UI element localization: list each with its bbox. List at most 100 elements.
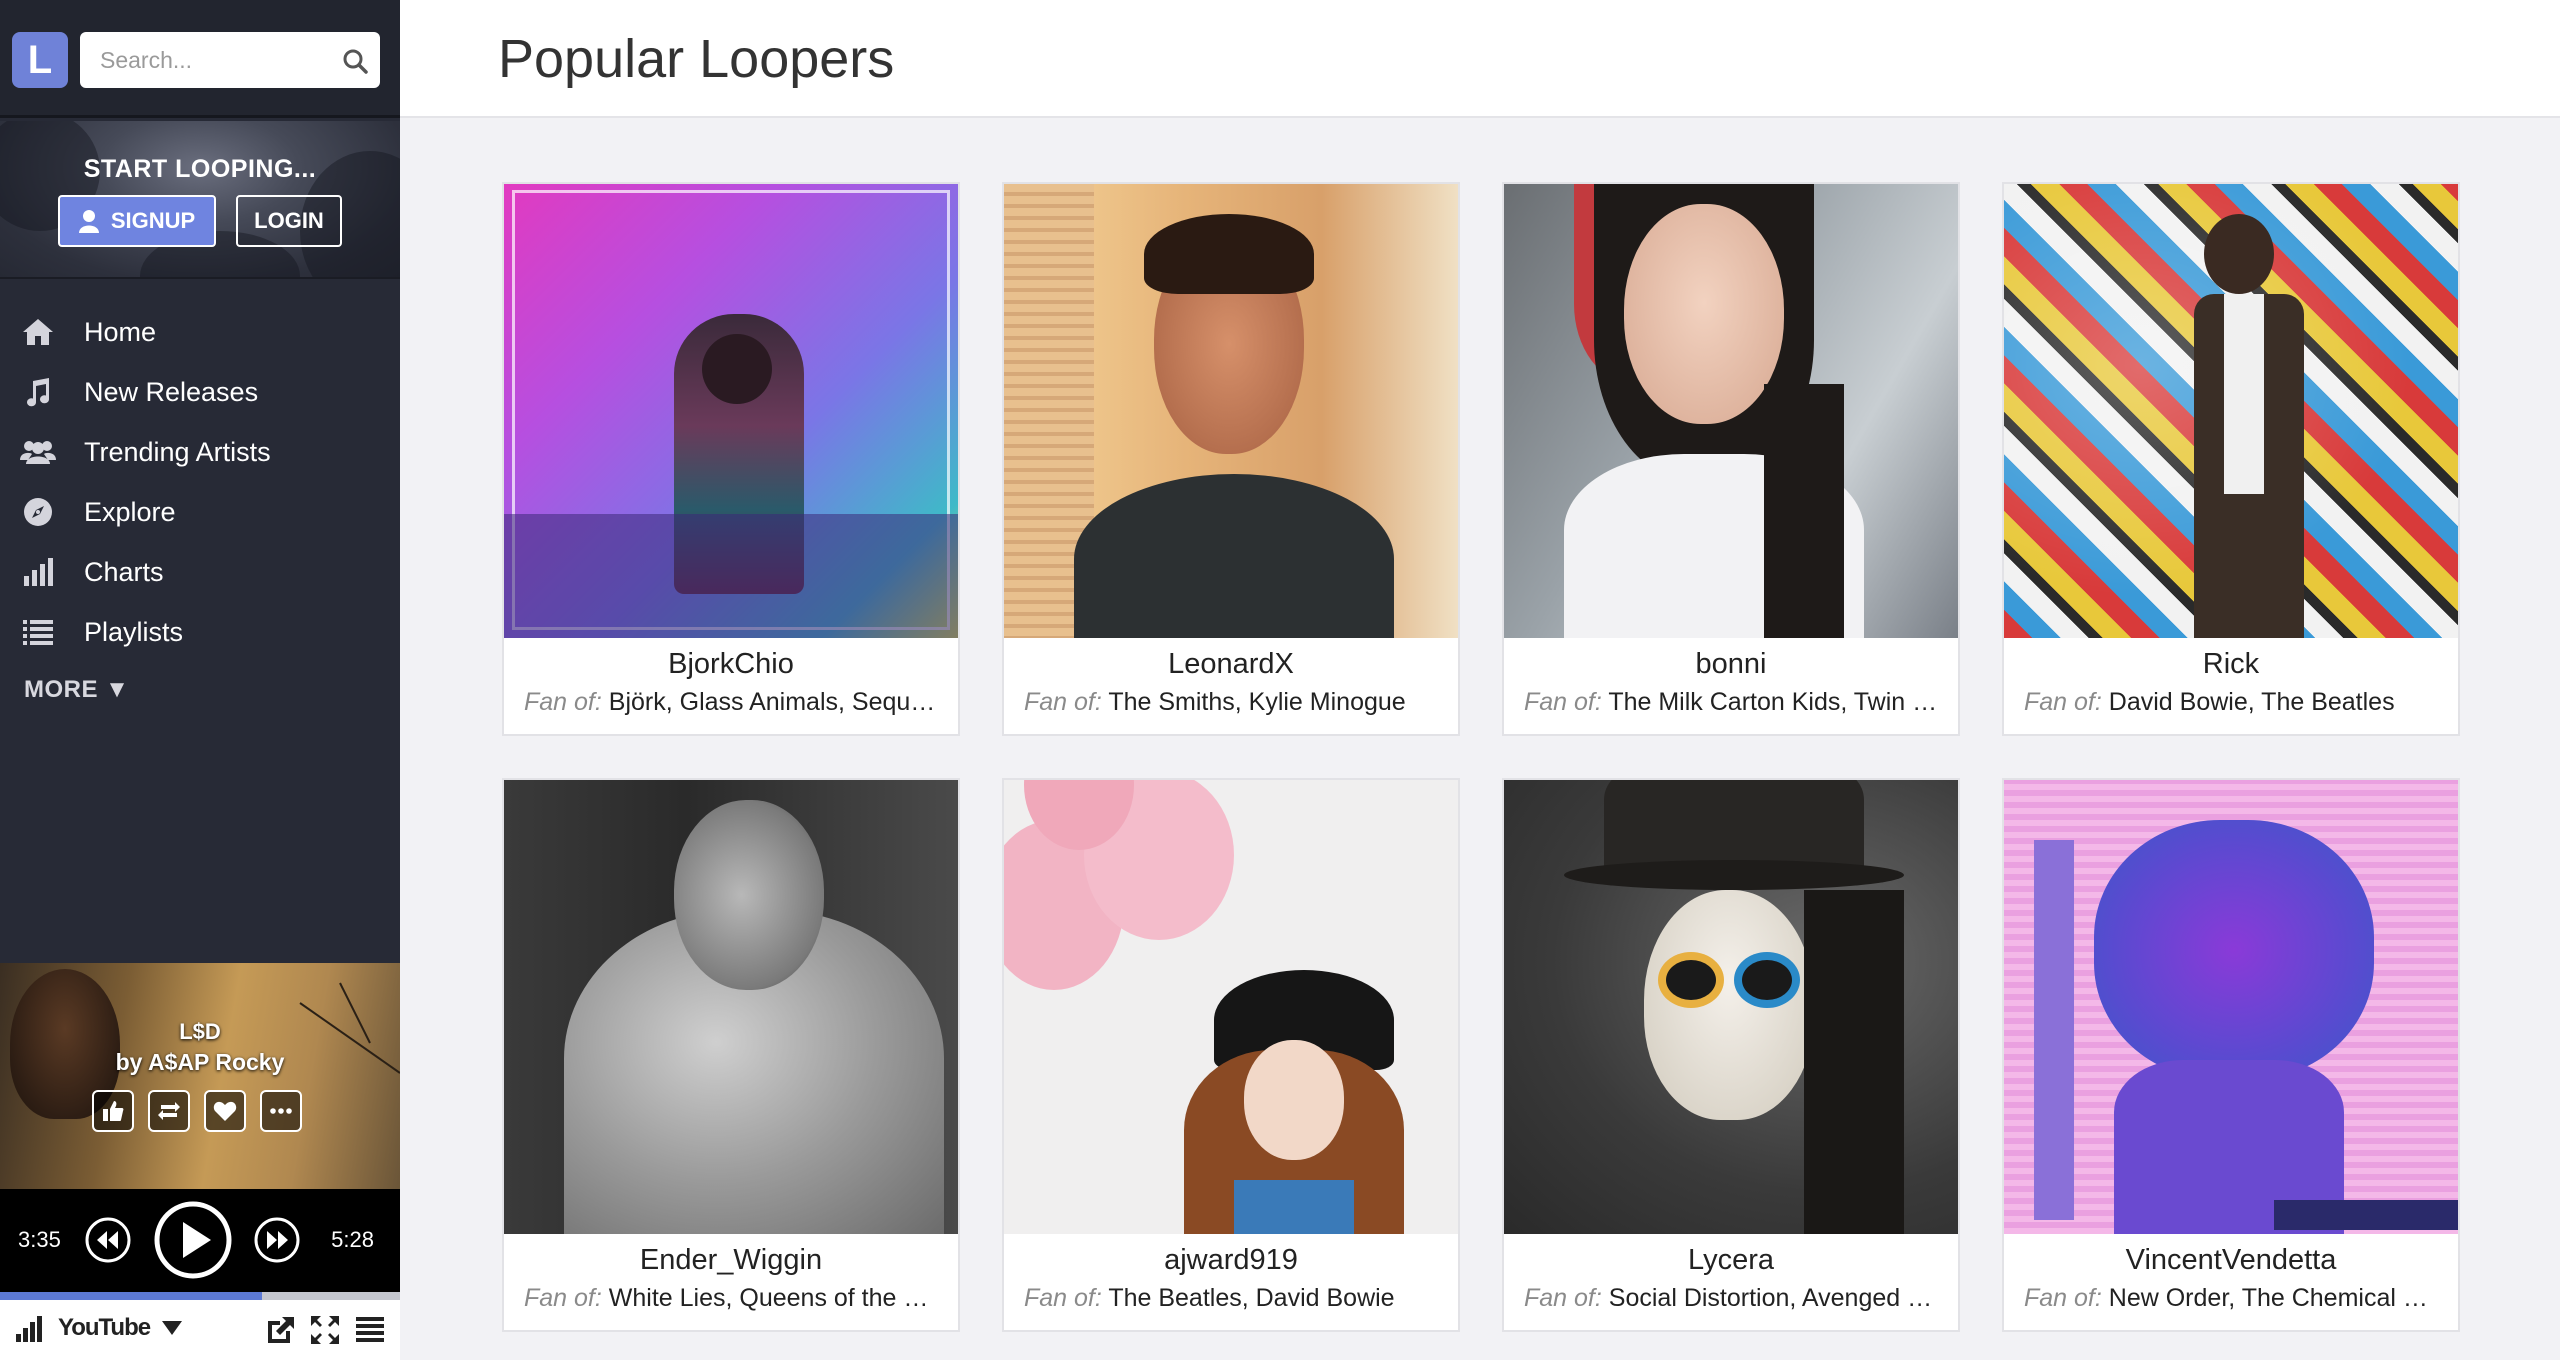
looper-name[interactable]: Lycera [1504,1244,1958,1277]
sidebar-item-trending-artists[interactable]: Trending Artists [0,422,400,482]
now-playing-artwork-lines [299,982,400,1074]
track-title[interactable]: L$D [0,1019,400,1045]
looper-card[interactable]: Rick Fan of: David Bowie, The Beatles [2002,182,2460,736]
current-time: 3:35 [18,1227,61,1252]
list-icon [23,620,53,645]
heart-icon [213,1101,237,1121]
player-bottom-bar: YouTube [0,1300,400,1360]
fan-of-label: Fan of: [524,688,602,716]
looper-name[interactable]: Rick [2004,648,2458,681]
fan-of-artists: Social Distortion, Avenged Sevenfold [1608,1284,1944,1312]
fan-of-label: Fan of: [1524,688,1602,716]
looper-fan-of: Fan of: The Beatles, David Bowie [1024,1284,1444,1313]
looper-name[interactable]: BjorkChio [504,648,958,681]
looper-card[interactable]: BjorkChio Fan of: Björk, Glass Animals, … [502,182,960,736]
looper-card[interactable]: ajward919 Fan of: The Beatles, David Bow… [1002,778,1460,1332]
fan-of-label: Fan of: [2024,1284,2102,1312]
search-input[interactable] [100,32,330,88]
looper-name[interactable]: LeonardX [1004,648,1458,681]
track-artist[interactable]: by A$AP Rocky [0,1049,400,1076]
youtube-logo-text: YouTube [58,1314,151,1341]
looper-name[interactable]: VincentVendetta [2004,1244,2458,1277]
sidebar-item-label: New Releases [84,376,259,407]
sidebar-item-new-releases[interactable]: New Releases [0,362,400,422]
looper-avatar[interactable] [2004,780,2458,1234]
app-logo[interactable]: L [12,32,68,88]
fan-of-artists: The Beatles, David Bowie [1108,1284,1395,1312]
looper-fan-of: Fan of: David Bowie, The Beatles [2024,688,2444,717]
fan-of-artists: New Order, The Chemical Brothers [2108,1284,2444,1312]
sidebar-item-label: Playlists [84,616,184,647]
fan-of-label: Fan of: [1024,688,1102,716]
music-note-icon [27,378,50,407]
start-looping-panel: START LOOPING... SIGNUP LOGIN [0,121,400,279]
looper-avatar[interactable] [1004,184,1458,638]
login-button[interactable]: LOGIN [236,195,342,247]
search-box[interactable] [80,32,380,88]
looper-name[interactable]: Ender_Wiggin [504,1244,958,1277]
looper-avatar[interactable] [2004,184,2458,638]
favorite-button[interactable] [204,1090,246,1132]
user-icon [78,210,99,233]
looper-avatar[interactable] [1504,184,1958,638]
progress-bar[interactable] [0,1292,400,1300]
sidebar-item-playlists[interactable]: Playlists [0,602,400,662]
fan-of-label: Fan of: [1024,1284,1102,1312]
fullscreen-icon[interactable] [310,1315,340,1345]
repeat-button[interactable] [148,1090,190,1132]
page-title: Popular Loopers [498,29,895,89]
looper-card[interactable]: Lycera Fan of: Social Distortion, Avenge… [1502,778,1960,1332]
now-playing-panel: L$D by A$AP Rocky [0,963,400,1189]
looper-card[interactable]: LeonardX Fan of: The Smiths, Kylie Minog… [1002,182,1460,736]
signup-label: SIGNUP [110,208,196,233]
fast-forward-icon[interactable] [253,1216,301,1264]
fan-of-artists: Björk, Glass Animals, Sequence [608,688,944,716]
thumbs-up-icon [103,1101,124,1121]
track-actions [92,1090,302,1132]
total-time: 5:28 [331,1227,374,1252]
rewind-icon[interactable] [84,1216,132,1264]
sidebar-item-label: Explore [84,496,176,527]
looper-fan-of: Fan of: Björk, Glass Animals, Sequence [524,688,944,717]
looper-avatar[interactable] [1504,780,1958,1234]
sidebar-item-label: Charts [84,556,164,587]
looper-card[interactable]: VincentVendetta Fan of: New Order, The C… [2002,778,2460,1332]
looper-fan-of: Fan of: New Order, The Chemical Brothers [2024,1284,2444,1313]
looper-name[interactable]: bonni [1504,648,1958,681]
looper-avatar[interactable] [504,184,958,638]
page-header: Popular Loopers [400,0,2560,118]
compass-icon [24,498,52,526]
looper-name[interactable]: ajward919 [1004,1244,1458,1277]
sidebar-top-bar: L [0,0,400,118]
sidebar-item-home[interactable]: Home [0,302,400,362]
fan-of-label: Fan of: [524,1284,602,1312]
more-options-button[interactable] [260,1090,302,1132]
looper-fan-of: Fan of: Social Distortion, Avenged Seven… [1524,1284,1944,1313]
looper-card[interactable]: bonni Fan of: The Milk Carton Kids, Twin… [1502,182,1960,736]
users-icon [20,441,56,464]
more-menu-toggle[interactable]: MORE ▼ [24,676,129,704]
sidebar-item-charts[interactable]: Charts [0,542,400,602]
search-icon[interactable] [342,48,368,74]
sidebar-nav: Home New Releases Trending Artists Explo… [0,302,400,662]
home-icon [23,319,53,345]
youtube-source-selector[interactable]: YouTube [58,1314,183,1342]
looper-card[interactable]: Ender_Wiggin Fan of: White Lies, Queens … [502,778,960,1332]
looper-avatar[interactable] [504,780,958,1234]
like-button[interactable] [92,1090,134,1132]
sidebar-item-explore[interactable]: Explore [0,482,400,542]
looper-avatar[interactable] [1004,780,1458,1234]
fan-of-label: Fan of: [1524,1284,1602,1312]
start-looping-title: START LOOPING... [83,155,317,183]
queue-list-icon[interactable] [356,1317,384,1343]
fan-of-artists: David Bowie, The Beatles [2108,688,2395,716]
external-link-icon[interactable] [266,1315,296,1345]
sidebar: L START LOOPING... SIGNUP LOGIN Home [0,0,400,1360]
chevron-down-icon [162,1321,183,1335]
signal-bars-icon[interactable] [16,1316,44,1342]
signup-button[interactable]: SIGNUP [58,195,216,247]
play-icon[interactable] [153,1200,233,1280]
progress-bar-fill [0,1292,262,1300]
looper-fan-of: Fan of: White Lies, Queens of the Stone … [524,1284,944,1313]
sidebar-item-label: Trending Artists [84,436,271,467]
